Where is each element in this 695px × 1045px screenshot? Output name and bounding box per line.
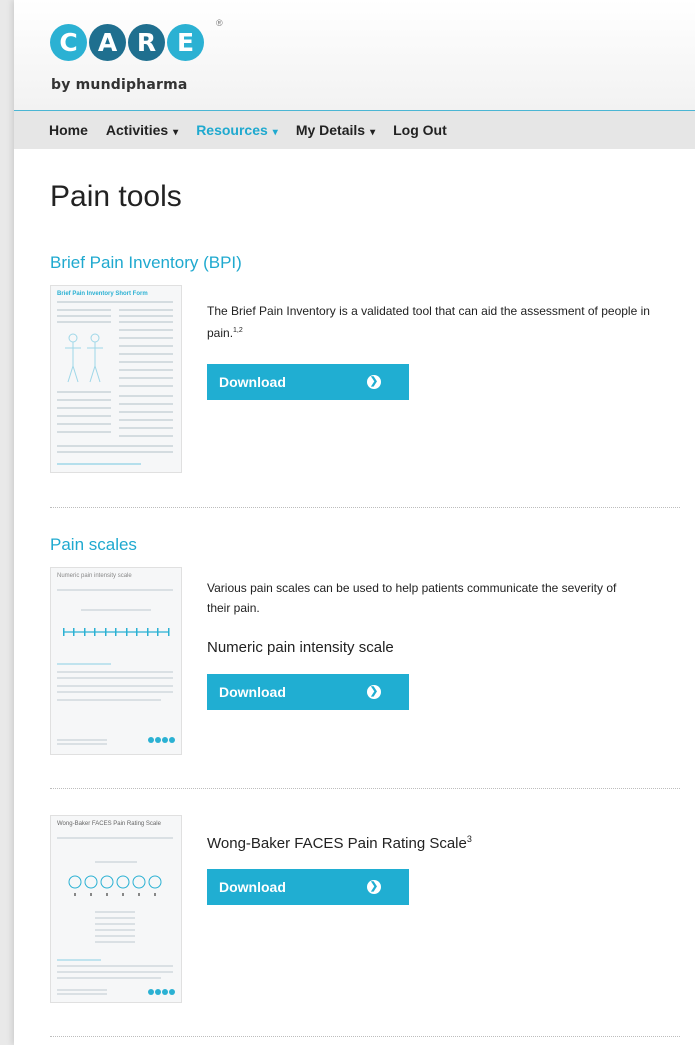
main-nav: Home Activities ▾ Resources ▾ My Details ▾ … bbox=[14, 111, 695, 149]
section-title-pain-scales[interactable]: Pain scales bbox=[50, 535, 137, 555]
nav-item-my-details[interactable]: My Details ▾ bbox=[296, 122, 375, 138]
wong-baker-thumbnail[interactable]: Wong-Baker FACES Pain Rating Scale bbox=[50, 815, 182, 1003]
bpi-thumbnail[interactable]: Brief Pain Inventory Short Form bbox=[50, 285, 182, 473]
wong-baker-subheading-text: Wong-Baker FACES Pain Rating Scale bbox=[207, 835, 467, 852]
section-divider bbox=[50, 788, 680, 789]
numeric-scale-preview bbox=[57, 589, 175, 745]
chevron-down-icon: ▾ bbox=[173, 127, 179, 138]
nav-item-label: Home bbox=[49, 122, 88, 138]
registered-mark: ® bbox=[216, 18, 223, 28]
nav-item-activities[interactable]: Activities ▾ bbox=[106, 122, 178, 138]
arrow-circle-right-icon: ❯ bbox=[367, 880, 381, 894]
download-button-label: Download bbox=[219, 684, 286, 700]
section-divider bbox=[50, 507, 680, 508]
page-title: Pain tools bbox=[50, 180, 182, 213]
arrow-circle-right-icon: ❯ bbox=[367, 375, 381, 389]
wong-baker-subheading: Wong-Baker FACES Pain Rating Scale3 bbox=[207, 834, 472, 853]
section-title-bpi[interactable]: Brief Pain Inventory (BPI) bbox=[50, 253, 242, 273]
nav-item-label: Resources bbox=[196, 122, 268, 138]
bpi-description: The Brief Pain Inventory is a validated … bbox=[207, 300, 667, 344]
bpi-description-text: The Brief Pain Inventory is a validated … bbox=[207, 304, 650, 340]
reference-superscript: 1,2 bbox=[233, 327, 243, 334]
logo-letter-e: E bbox=[167, 24, 204, 61]
wong-baker-preview bbox=[57, 837, 175, 995]
page: C A R E ® by mundipharma Home Activities… bbox=[14, 0, 695, 1045]
download-button-label: Download bbox=[219, 879, 286, 895]
reference-superscript: 3 bbox=[466, 834, 472, 844]
bpi-form-preview bbox=[57, 301, 173, 465]
pain-scales-description: Various pain scales can be used to help … bbox=[207, 581, 617, 615]
nav-item-home[interactable]: Home bbox=[49, 122, 88, 138]
nav-item-label: Activities bbox=[105, 122, 169, 138]
site-header: C A R E ® by mundipharma bbox=[14, 0, 695, 111]
download-wong-baker-button[interactable]: Download ❯ bbox=[207, 869, 409, 905]
nav-item-resources[interactable]: Resources ▾ bbox=[196, 122, 278, 138]
download-bpi-button[interactable]: Download ❯ bbox=[207, 364, 409, 400]
download-numeric-scale-button[interactable]: Download ❯ bbox=[207, 674, 409, 710]
section-divider bbox=[50, 1036, 680, 1037]
arrow-circle-right-icon: ❯ bbox=[367, 685, 381, 699]
logo-letter-c: C bbox=[50, 24, 87, 61]
numeric-scale-thumbnail[interactable]: Numeric pain intensity scale bbox=[50, 567, 182, 755]
logo-tagline: by mundipharma bbox=[51, 77, 188, 93]
logo-letter-a: A bbox=[89, 24, 126, 61]
care-logo[interactable]: C A R E ® by mundipharma bbox=[50, 18, 240, 96]
nav-item-log-out[interactable]: Log Out bbox=[393, 122, 447, 138]
logo-letter-r: R bbox=[128, 24, 165, 61]
numeric-scale-subheading: Numeric pain intensity scale bbox=[207, 639, 394, 656]
download-button-label: Download bbox=[219, 374, 286, 390]
chevron-down-icon: ▾ bbox=[370, 127, 376, 138]
nav-item-label: My Details bbox=[295, 122, 366, 138]
nav-item-label: Log Out bbox=[393, 122, 447, 138]
chevron-down-icon: ▾ bbox=[272, 127, 278, 138]
logo-letters: C A R E bbox=[50, 24, 240, 61]
